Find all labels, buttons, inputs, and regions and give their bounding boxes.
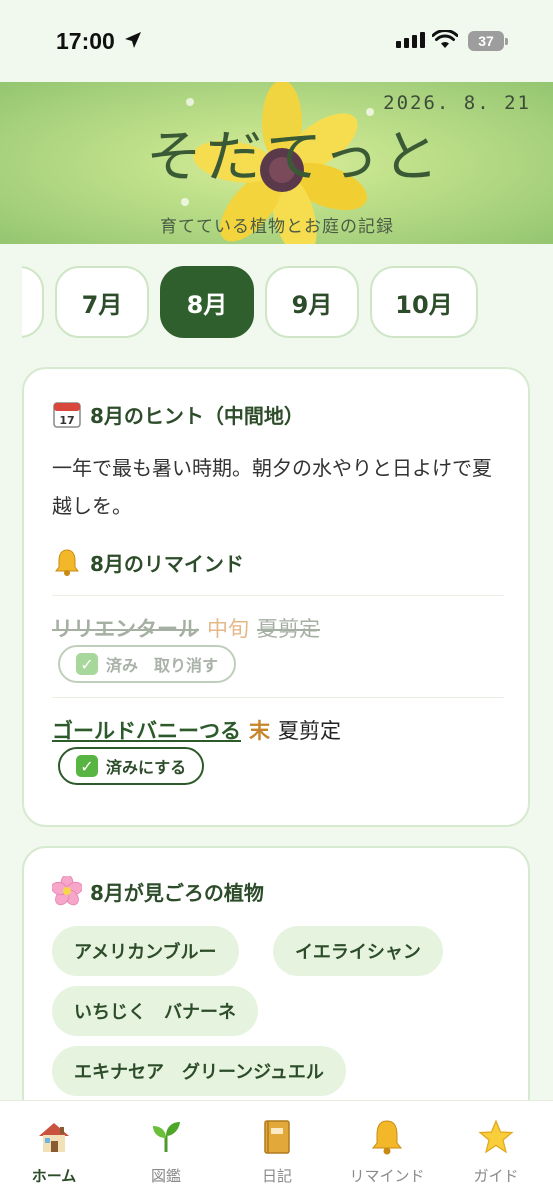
app-subtitle: 育てている植物とお庭の記録 — [160, 217, 394, 237]
plant-chip[interactable]: エキナセア グリーンジュエル — [52, 1046, 346, 1096]
divider — [52, 697, 504, 698]
tab-september[interactable]: 9月 — [265, 266, 359, 338]
undo-done-label: 済み 取り消す — [106, 656, 219, 675]
plants-title: 8月が見ごろの植物 — [90, 880, 264, 905]
plant-chip[interactable]: アメリカンブルー — [52, 926, 239, 976]
nav-reminders-label: リマインド — [349, 1167, 425, 1185]
divider — [52, 595, 504, 596]
status-time: 17:00 — [56, 28, 115, 54]
bottom-nav: ホーム 図鑑 日記 リマインド ガイド — [0, 1100, 553, 1200]
banner-date: 2026. 8. 21 — [383, 92, 531, 114]
reminder-item: リリエンタール 中旬 夏剪定 — [52, 613, 320, 643]
hint-title: 8月のヒント（中間地） — [90, 403, 304, 428]
svg-text:17: 17 — [59, 414, 74, 427]
blossom-icon — [52, 876, 82, 906]
nav-home-label: ホーム — [31, 1167, 77, 1185]
header-banner: 2026. 8. 21 そだてっと 育てている植物とお庭の記録 — [0, 82, 553, 244]
plants-heading: 8月が見ごろの植物 — [52, 876, 264, 906]
nav-encyclopedia[interactable]: 図鑑 — [116, 1117, 216, 1186]
reminder-timing: 中旬 — [207, 617, 249, 641]
nav-diary[interactable]: 日記 — [227, 1117, 327, 1186]
wifi-icon — [432, 30, 458, 48]
app-title: そだてっと — [146, 125, 443, 190]
plant-chip[interactable]: イエライシャン — [273, 926, 443, 976]
nav-reminders[interactable]: リマインド — [337, 1117, 437, 1186]
status-bar: 17:00 37 — [0, 0, 553, 82]
reminder-task: 夏剪定 — [278, 719, 341, 743]
tab-june[interactable]: 6月 — [22, 266, 44, 338]
nav-encyclopedia-label: 図鑑 — [150, 1167, 181, 1185]
reminder-plant-link[interactable]: ゴールドバニーつる — [52, 715, 241, 745]
location-arrow-icon — [125, 32, 141, 48]
calendar-icon: 17 — [53, 402, 81, 428]
seasonal-plants-card: 8月が見ごろの植物 アメリカンブルー イエライシャン いちじく バナーネ エキナ… — [22, 846, 530, 1126]
bell-icon — [371, 1120, 403, 1155]
hint-text: 一年で最も暑い時期。朝夕の水やりと日よけで夏越しを。 — [52, 456, 492, 518]
nav-guide-label: ガイド — [473, 1167, 519, 1185]
tab-august[interactable]: 8月 — [160, 266, 254, 338]
nav-diary-label: 日記 — [261, 1167, 292, 1185]
reminder-item: ゴールドバニーつる 末 夏剪定 — [52, 715, 341, 745]
month-tab-bar: 6月 7月 8月 9月 10月 — [22, 266, 553, 338]
monthly-hint-card: 17 8月のヒント（中間地） 一年で最も暑い時期。朝夕の水やりと日よけで夏越しを… — [22, 367, 530, 827]
mark-done-button[interactable]: ✓ 済みにする — [58, 747, 205, 785]
check-icon: ✓ — [76, 755, 98, 777]
reminder-task: 夏剪定 — [257, 617, 320, 641]
notebook-icon — [264, 1120, 290, 1154]
star-icon — [478, 1119, 514, 1154]
tab-july[interactable]: 7月 — [55, 266, 149, 338]
reminder-timing: 末 — [249, 719, 270, 743]
reminder-heading: 8月のリマインド — [52, 547, 244, 577]
undo-done-button[interactable]: ✓ 済み 取り消す — [58, 645, 237, 683]
nav-guide[interactable]: ガイド — [446, 1117, 546, 1186]
check-icon: ✓ — [76, 653, 98, 675]
house-icon — [39, 1123, 69, 1152]
seedling-icon — [153, 1122, 180, 1152]
tab-october[interactable]: 10月 — [370, 266, 478, 338]
reminder-plant-link[interactable]: リリエンタール — [52, 613, 199, 643]
reminder-title: 8月のリマインド — [90, 551, 244, 576]
bell-icon — [55, 549, 79, 576]
hint-heading: 17 8月のヒント（中間地） — [52, 399, 304, 429]
plant-chip[interactable]: いちじく バナーネ — [52, 986, 258, 1036]
nav-home[interactable]: ホーム — [4, 1117, 104, 1186]
mark-done-label: 済みにする — [106, 758, 187, 777]
signal-icon — [396, 32, 425, 48]
battery-icon: 37 — [468, 31, 508, 51]
